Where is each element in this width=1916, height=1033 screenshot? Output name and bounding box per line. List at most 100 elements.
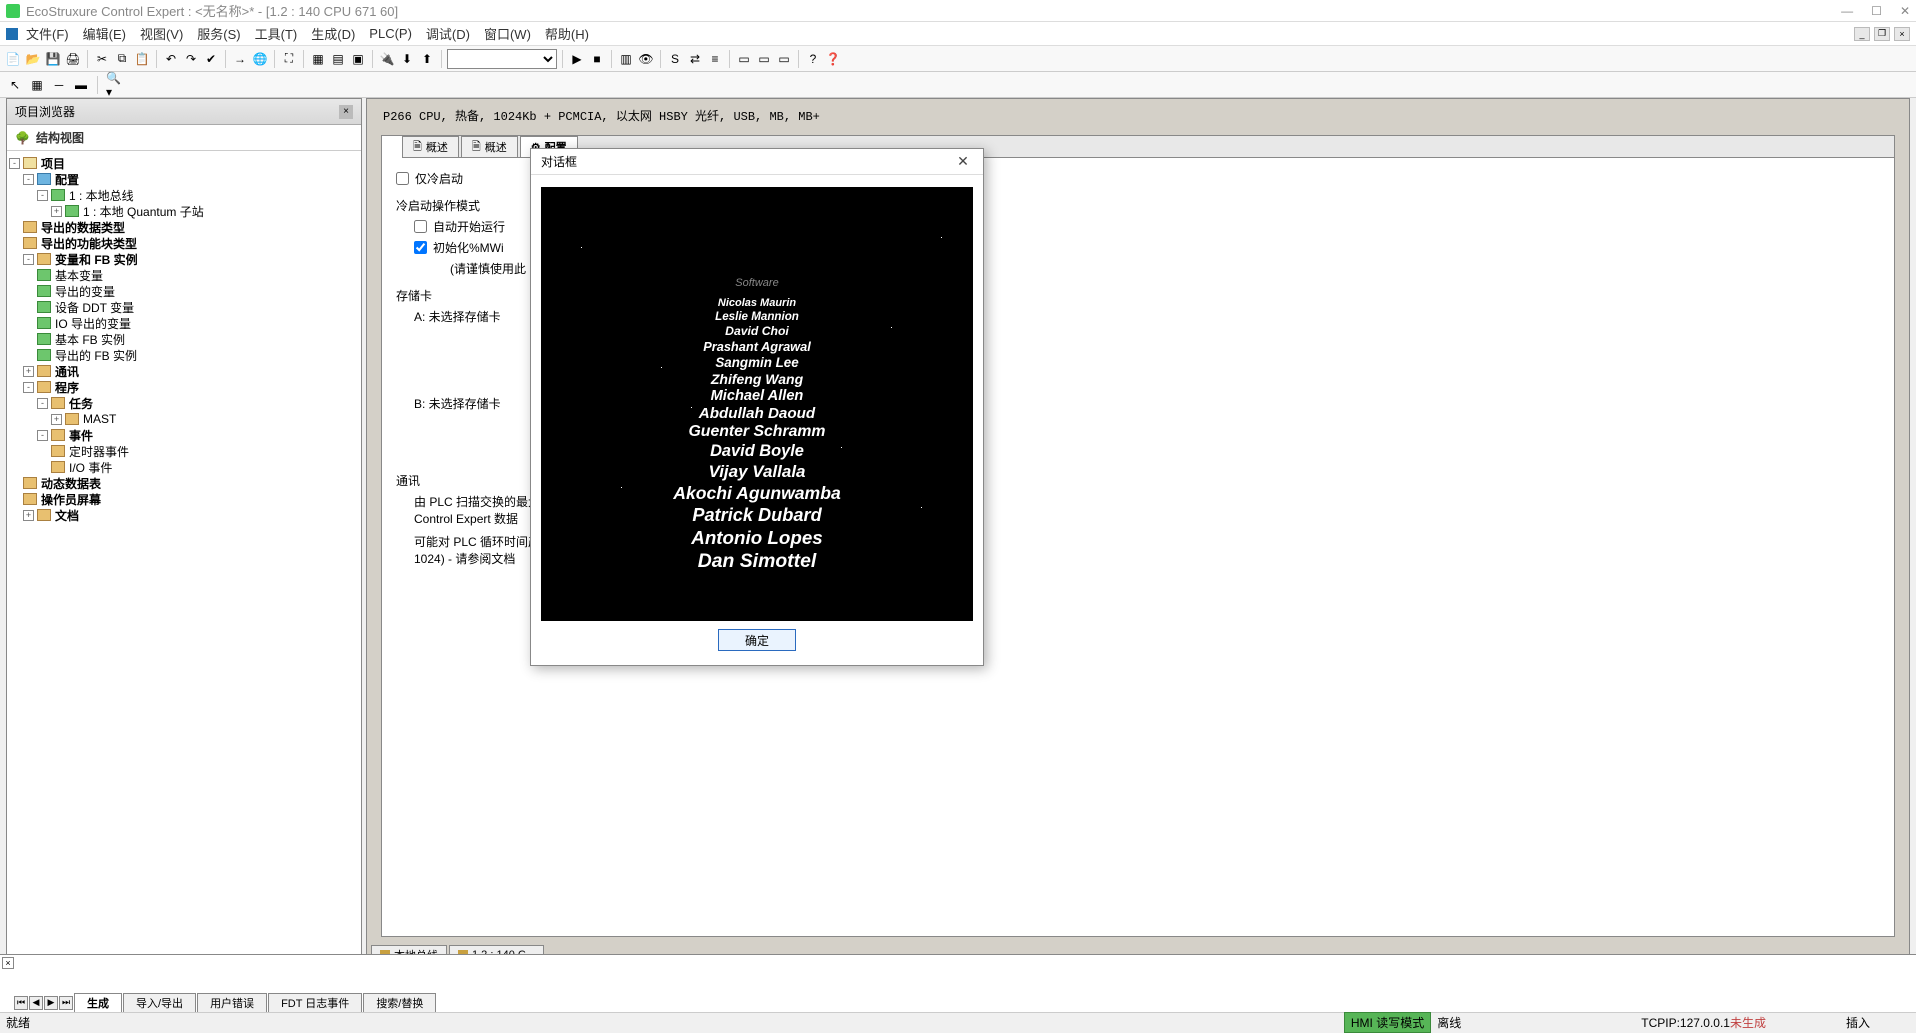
menu-tools[interactable]: 工具(T) [255,24,298,43]
tb-watch[interactable]: 👁 [637,50,655,68]
cold-start-checkbox[interactable] [396,172,409,185]
tree-toggle[interactable]: - [37,398,48,409]
tb-copy[interactable]: ⧉ [113,50,131,68]
tree-export-data-types[interactable]: 导出的数据类型 [41,219,125,236]
tb-validate[interactable]: ✔ [202,50,220,68]
tb-connect[interactable]: 🔌 [378,50,396,68]
tree-toggle[interactable]: - [9,158,20,169]
tree-mast[interactable]: MAST [83,412,116,426]
tb-fullscreen[interactable]: ⛶ [280,50,298,68]
tb-open[interactable]: 📂 [24,50,42,68]
menu-window[interactable]: 窗口(W) [484,24,531,43]
menu-edit[interactable]: 编辑(E) [83,24,126,43]
tree-tasks[interactable]: 任务 [69,395,93,412]
menu-file[interactable]: 文件(F) [26,24,69,43]
dialog-close-button[interactable]: ✕ [953,153,973,171]
tree-quantum-sub[interactable]: 1 : 本地 Quantum 子站 [83,203,204,220]
tree-io-export-vars[interactable]: IO 导出的变量 [55,315,131,332]
output-nav-last[interactable]: ⏭ [59,996,73,1010]
tree-toggle[interactable]: + [51,414,62,425]
tb-run[interactable]: ▶ [568,50,586,68]
tree-toggle[interactable]: + [23,366,34,377]
tb-combo[interactable] [447,49,557,69]
tree-toggle[interactable]: - [37,430,48,441]
tb-paste[interactable]: 📋 [133,50,151,68]
tb-mem1[interactable]: ▭ [735,50,753,68]
tb-transfer[interactable]: ⇄ [686,50,704,68]
ot-user-errors[interactable]: 用户错误 [197,993,267,1012]
menu-help[interactable]: 帮助(H) [545,24,589,43]
menu-build[interactable]: 生成(D) [311,24,355,43]
tb-mem2[interactable]: ▭ [755,50,773,68]
minimize-button[interactable]: — [1841,4,1853,18]
tb-help[interactable]: ? [804,50,822,68]
tree-toggle[interactable]: - [23,382,34,393]
tb-redo[interactable]: ↷ [182,50,200,68]
tb-save[interactable]: 💾 [44,50,62,68]
tree-timer-events[interactable]: 定时器事件 [69,443,129,460]
tb-stop[interactable]: ■ [588,50,606,68]
tree-toggle[interactable]: - [23,254,34,265]
panel-close-button[interactable]: × [339,105,353,119]
project-tree[interactable]: -项目 -配置 -1 : 本地总线 +1 : 本地 Quantum 子站 导出的… [7,151,361,967]
tree-comm[interactable]: 通讯 [55,363,79,380]
tb-goto[interactable]: → [231,50,249,68]
ot-search[interactable]: 搜索/替换 [363,993,436,1012]
tb-whatsthis[interactable]: ❓ [824,50,842,68]
tb-upload[interactable]: ⬆ [418,50,436,68]
tree-program[interactable]: 程序 [55,379,79,396]
tree-toggle[interactable]: - [23,174,34,185]
output-nav-prev[interactable]: ◀ [29,996,43,1010]
tb-build-all[interactable]: ▦ [309,50,327,68]
ot-fdt[interactable]: FDT 日志事件 [268,993,362,1012]
tb-anim[interactable]: ▥ [617,50,635,68]
mdi-restore[interactable]: ❐ [1874,27,1890,41]
menu-services[interactable]: 服务(S) [197,24,240,43]
auto-run-checkbox[interactable] [414,220,427,233]
tb-new[interactable]: 📄 [4,50,22,68]
close-button[interactable]: ✕ [1900,4,1910,18]
structure-view-header[interactable]: 🌳 结构视图 [7,125,361,151]
menu-view[interactable]: 视图(V) [140,24,183,43]
init-mwi-checkbox[interactable] [414,241,427,254]
tab-overview-1[interactable]: 🗎概述 [402,136,459,157]
tab-overview-2[interactable]: 🗎概述 [461,136,518,157]
tb2-select[interactable]: ↖ [6,76,24,94]
tree-basic-vars[interactable]: 基本变量 [55,267,103,284]
ot-import-export[interactable]: 导入/导出 [123,993,196,1012]
tb2-link[interactable]: ─ [50,76,68,94]
tree-export-vars[interactable]: 导出的变量 [55,283,115,300]
tree-anim-tables[interactable]: 动态数据表 [41,475,101,492]
tree-project[interactable]: 项目 [41,155,65,172]
tree-operator-screens[interactable]: 操作员屏幕 [41,491,101,508]
tb2-zoom[interactable]: 🔍▾ [105,76,123,94]
tree-vars-fb[interactable]: 变量和 FB 实例 [55,251,138,268]
mdi-minimize[interactable]: _ [1854,27,1870,41]
tb-print[interactable]: 🖨 [64,50,82,68]
tree-events[interactable]: 事件 [69,427,93,444]
output-nav-next[interactable]: ▶ [44,996,58,1010]
tree-device-ddt[interactable]: 设备 DDT 变量 [55,299,134,316]
tb2-del[interactable]: ▬ [72,76,90,94]
tree-docs[interactable]: 文档 [55,507,79,524]
tb-compare[interactable]: ≡ [706,50,724,68]
tree-export-fb[interactable]: 导出的 FB 实例 [55,347,137,364]
tree-io-events[interactable]: I/O 事件 [69,459,112,476]
menu-plc[interactable]: PLC(P) [369,26,412,41]
dialog-ok-button[interactable]: 确定 [718,629,796,651]
maximize-button[interactable]: ☐ [1871,4,1882,18]
tree-export-fb-types[interactable]: 导出的功能块类型 [41,235,137,252]
tree-toggle[interactable]: + [51,206,62,217]
menu-debug[interactable]: 调试(D) [426,24,470,43]
mdi-close[interactable]: × [1894,27,1910,41]
tb-cut[interactable]: ✂ [93,50,111,68]
tree-toggle[interactable]: - [37,190,48,201]
tree-local-bus[interactable]: 1 : 本地总线 [69,187,134,204]
tree-config[interactable]: 配置 [55,171,79,188]
ot-build[interactable]: 生成 [74,993,122,1012]
tb-build-project[interactable]: ▣ [349,50,367,68]
tb-browser[interactable]: 🌐 [251,50,269,68]
tree-basic-fb[interactable]: 基本 FB 实例 [55,331,125,348]
tb-mem3[interactable]: ▭ [775,50,793,68]
output-close-button[interactable]: × [2,957,14,969]
